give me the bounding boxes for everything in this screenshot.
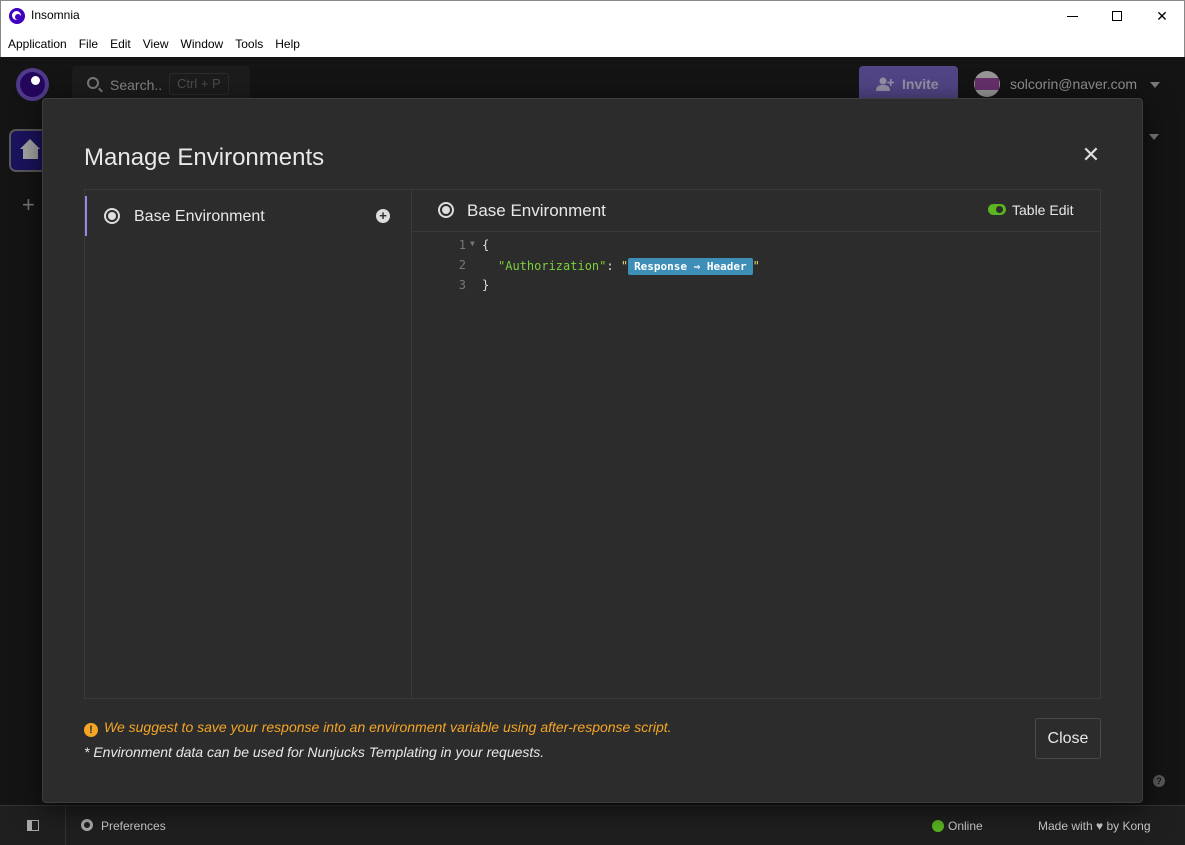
status-bar: Preferences Online Made with ♥ by Kong [0,805,1185,845]
environment-editor: Base Environment Table Edit 1 ▼ { 2 "Aut… [412,190,1100,698]
divider [65,806,66,845]
line-number: 3 [458,278,466,292]
nunjucks-template-tag[interactable]: Response ⇒ Header [628,258,753,275]
json-quote: " [620,259,629,273]
environment-panel: Base Environment + Base Environment Tabl… [84,189,1101,699]
environment-list: Base Environment + [85,190,412,698]
environment-name: Base Environment [134,208,265,225]
minimize-icon [1066,15,1078,17]
json-colon: : [606,259,621,273]
online-status-icon [932,820,944,832]
code-content: "Authorization": " Response ⇒ Header " [498,258,760,275]
menu-bar: Application File Edit View Window Tools … [0,30,1185,57]
window-title: Insomnia [31,8,80,22]
json-key: "Authorization" [498,259,607,273]
sidebar-toggle-icon[interactable] [27,820,39,831]
menu-edit[interactable]: Edit [104,37,137,51]
line-number: 2 [458,258,466,272]
menu-file[interactable]: File [73,37,104,51]
globe-icon [104,208,120,224]
close-brace: } [482,278,490,292]
table-edit-label[interactable]: Table Edit [1012,202,1073,218]
minimize-button[interactable] [1049,1,1095,31]
warning-icon: ! [84,723,98,737]
code-line: 3 } [412,278,1100,298]
maximize-icon [1112,11,1122,21]
nunjucks-note: * Environment data can be used for Nunju… [84,744,545,760]
online-status: Online [948,819,983,833]
menu-help[interactable]: Help [269,37,306,51]
modal-title: Manage Environments [84,144,325,171]
manage-environments-modal: Manage Environments ✕ Base Environment +… [42,98,1143,803]
warning-text: We suggest to save your response into an… [104,719,672,735]
made-with-kong[interactable]: Made with ♥ by Kong [1038,819,1151,833]
json-quote: " [752,259,760,273]
editor-header: Base Environment Table Edit [412,190,1100,232]
menu-view[interactable]: View [137,37,175,51]
menu-application[interactable]: Application [2,37,73,51]
window-titlebar: Insomnia ✕ [0,0,1185,30]
code-line: 2 "Authorization": " Response ⇒ Header " [412,258,1100,278]
preferences-link[interactable]: Preferences [101,819,166,833]
menu-tools[interactable]: Tools [229,37,269,51]
maximize-button[interactable] [1094,1,1140,31]
close-button[interactable]: Close [1035,718,1101,759]
insomnia-app-icon [9,8,25,24]
table-edit-toggle[interactable] [988,204,1006,215]
code-line: 1 ▼ { [412,238,1100,258]
editor-title: Base Environment [467,201,606,220]
open-brace: { [482,238,490,252]
fold-arrow-icon[interactable]: ▼ [470,239,475,248]
close-icon[interactable]: ✕ [1081,144,1101,166]
menu-window[interactable]: Window [175,37,230,51]
warning-message: ! We suggest to save your response into a… [84,719,672,737]
gear-icon[interactable] [81,819,93,831]
environment-list-item[interactable]: Base Environment + [85,196,411,236]
globe-icon [438,202,454,218]
add-sub-environment-button[interactable]: + [376,209,390,223]
close-window-button[interactable]: ✕ [1139,1,1185,31]
close-icon: ✕ [1156,7,1168,24]
line-number: 1 [458,238,466,252]
